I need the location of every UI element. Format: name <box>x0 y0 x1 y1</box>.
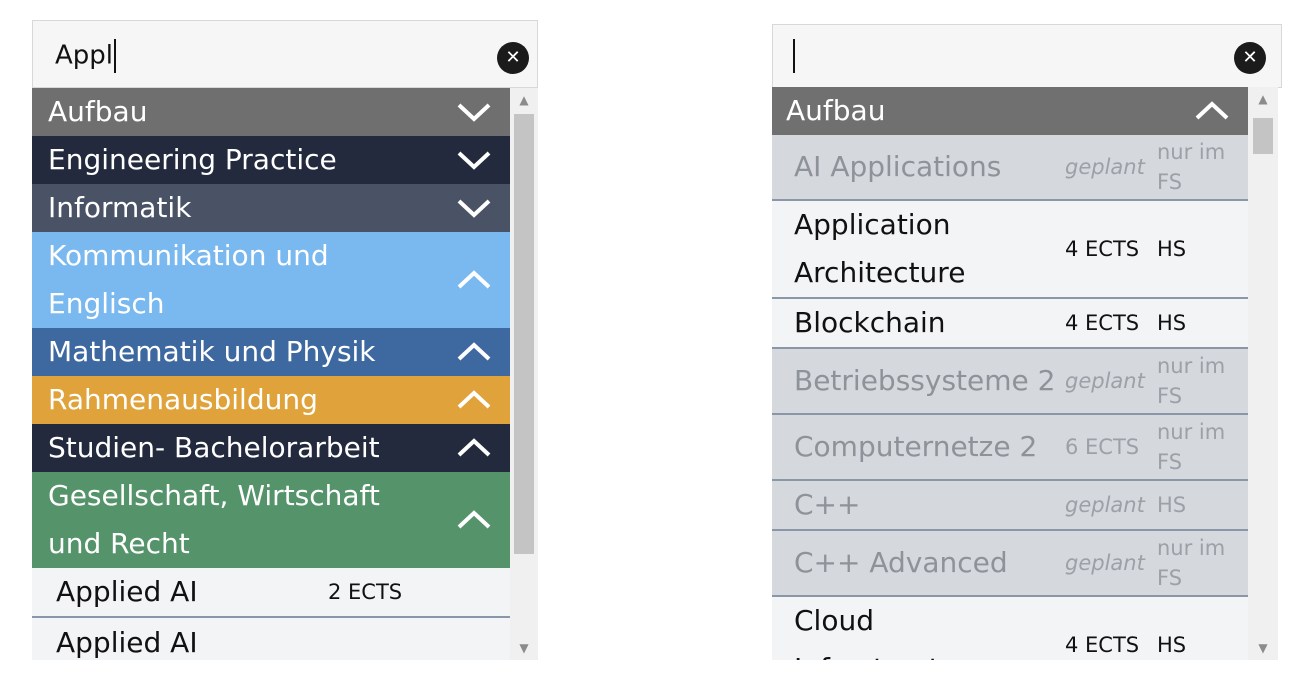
chevron-up-icon <box>454 436 494 460</box>
category-gesellschaft-wirtschaft-und-recht[interactable]: Gesellschaft, Wirtschaft und Recht <box>32 472 510 568</box>
course-ects: 2 ECTS <box>328 580 403 604</box>
text-caret <box>793 39 795 73</box>
list-item[interactable]: Blockchain 4 ECTS HS <box>772 299 1248 349</box>
list-item[interactable]: Betriebssysteme 2 geplant nur im FS <box>772 349 1248 415</box>
list-item[interactable]: Applied AI <box>32 618 510 660</box>
course-semester: nur im FS <box>1157 354 1226 408</box>
list-item[interactable]: Application Architecture 4 ECTS HS <box>772 201 1248 299</box>
course-ects: geplant <box>1065 369 1145 393</box>
course-semester: nur im FS <box>1157 420 1226 474</box>
list-item[interactable]: C++ Advanced geplant nur im FS <box>772 531 1248 597</box>
category-label: Kommunikation und Englisch <box>48 239 329 320</box>
chevron-down-icon <box>454 148 494 172</box>
category-label: Rahmenausbildung <box>48 383 318 416</box>
scroll-up-arrow-icon[interactable]: ▲ <box>510 90 538 110</box>
category-studien-bachelorarbeit[interactable]: Studien- Bachelorarbeit <box>32 424 510 472</box>
course-semester: HS <box>1157 493 1187 517</box>
course-semester: HS <box>1157 311 1187 335</box>
course-semester: HS <box>1157 237 1187 261</box>
course-ects: geplant <box>1065 493 1145 517</box>
course-name: Applied AI <box>56 575 198 608</box>
scrollbar[interactable]: ▲ ▼ <box>510 88 538 660</box>
course-name: Blockchain <box>794 306 946 339</box>
course-ects: 4 ECTS <box>1065 311 1140 335</box>
course-name: C++ Advanced <box>794 546 1008 579</box>
category-label: Aufbau <box>786 94 886 127</box>
search-input[interactable]: Appl ✕ <box>32 20 538 88</box>
chevron-up-icon <box>454 388 494 412</box>
chevron-down-icon <box>454 196 494 220</box>
scrollbar-thumb[interactable] <box>514 114 534 554</box>
category-aufbau[interactable]: Aufbau <box>32 88 510 136</box>
course-semester: nur im FS <box>1157 140 1226 194</box>
course-ects: geplant <box>1065 155 1145 179</box>
scrollbar[interactable]: ▲ ▼ <box>1248 87 1278 660</box>
category-mathematik-und-physik[interactable]: Mathematik und Physik <box>32 328 510 376</box>
category-kommunikation-und-englisch[interactable]: Kommunikation und Englisch <box>32 232 510 328</box>
course-name: Applied AI <box>56 626 198 659</box>
list-item[interactable]: Computernetze 2 6 ECTS nur im FS <box>772 415 1248 481</box>
list-item[interactable]: Cloud Infrastructure 4 ECTS HS <box>772 597 1248 660</box>
course-name: Computernetze 2 <box>794 430 1038 463</box>
category-engineering-practice[interactable]: Engineering Practice <box>32 136 510 184</box>
left-course-picker: Appl ✕ Aufbau Engineering Practice Infor… <box>32 20 538 660</box>
course-semester: HS <box>1157 633 1187 657</box>
course-name: Cloud Infrastructure <box>794 604 986 660</box>
close-icon: ✕ <box>1242 47 1258 68</box>
scroll-down-arrow-icon[interactable]: ▼ <box>510 638 538 658</box>
list-item[interactable]: C++ geplant HS <box>772 481 1248 531</box>
category-label: Engineering Practice <box>48 143 337 176</box>
text-caret <box>114 39 117 73</box>
search-value: Appl <box>55 39 117 73</box>
course-list: Aufbau AI Applications geplant nur im FS… <box>772 87 1248 660</box>
search-input[interactable]: ✕ <box>772 24 1282 88</box>
scrollbar-thumb[interactable] <box>1253 118 1273 154</box>
course-ects: 6 ECTS <box>1065 435 1140 459</box>
right-course-picker: ✕ Aufbau AI Applications geplant nur im … <box>772 24 1282 660</box>
scroll-up-arrow-icon[interactable]: ▲ <box>1248 89 1278 109</box>
close-icon: ✕ <box>505 47 521 68</box>
chevron-up-icon <box>1192 99 1232 123</box>
category-label: Mathematik und Physik <box>48 335 376 368</box>
chevron-up-icon <box>454 508 494 532</box>
course-list: Aufbau Engineering Practice Informatik K… <box>32 88 510 660</box>
course-semester: nur im FS <box>1157 536 1226 590</box>
course-name: AI Applications <box>794 150 1002 183</box>
course-name: C++ <box>794 488 861 521</box>
list-item[interactable]: Applied AI 2 ECTS <box>32 568 510 618</box>
clear-search-button[interactable]: ✕ <box>1234 42 1266 74</box>
category-label: Aufbau <box>48 95 148 128</box>
course-name: Application Architecture <box>794 208 966 289</box>
scroll-down-arrow-icon[interactable]: ▼ <box>1248 638 1278 658</box>
clear-search-button[interactable]: ✕ <box>497 42 529 74</box>
category-rahmenausbildung[interactable]: Rahmenausbildung <box>32 376 510 424</box>
category-label: Gesellschaft, Wirtschaft und Recht <box>48 479 380 560</box>
course-ects: 4 ECTS <box>1065 237 1140 261</box>
course-ects: geplant <box>1065 551 1145 575</box>
chevron-down-icon <box>454 100 494 124</box>
list-item[interactable]: AI Applications geplant nur im FS <box>772 135 1248 201</box>
course-name: Betriebssysteme 2 <box>794 364 1056 397</box>
chevron-up-icon <box>454 340 494 364</box>
course-ects: 4 ECTS <box>1065 633 1140 657</box>
category-label: Informatik <box>48 191 192 224</box>
category-informatik[interactable]: Informatik <box>32 184 510 232</box>
chevron-up-icon <box>454 268 494 292</box>
category-aufbau[interactable]: Aufbau <box>772 87 1248 135</box>
category-label: Studien- Bachelorarbeit <box>48 431 380 464</box>
